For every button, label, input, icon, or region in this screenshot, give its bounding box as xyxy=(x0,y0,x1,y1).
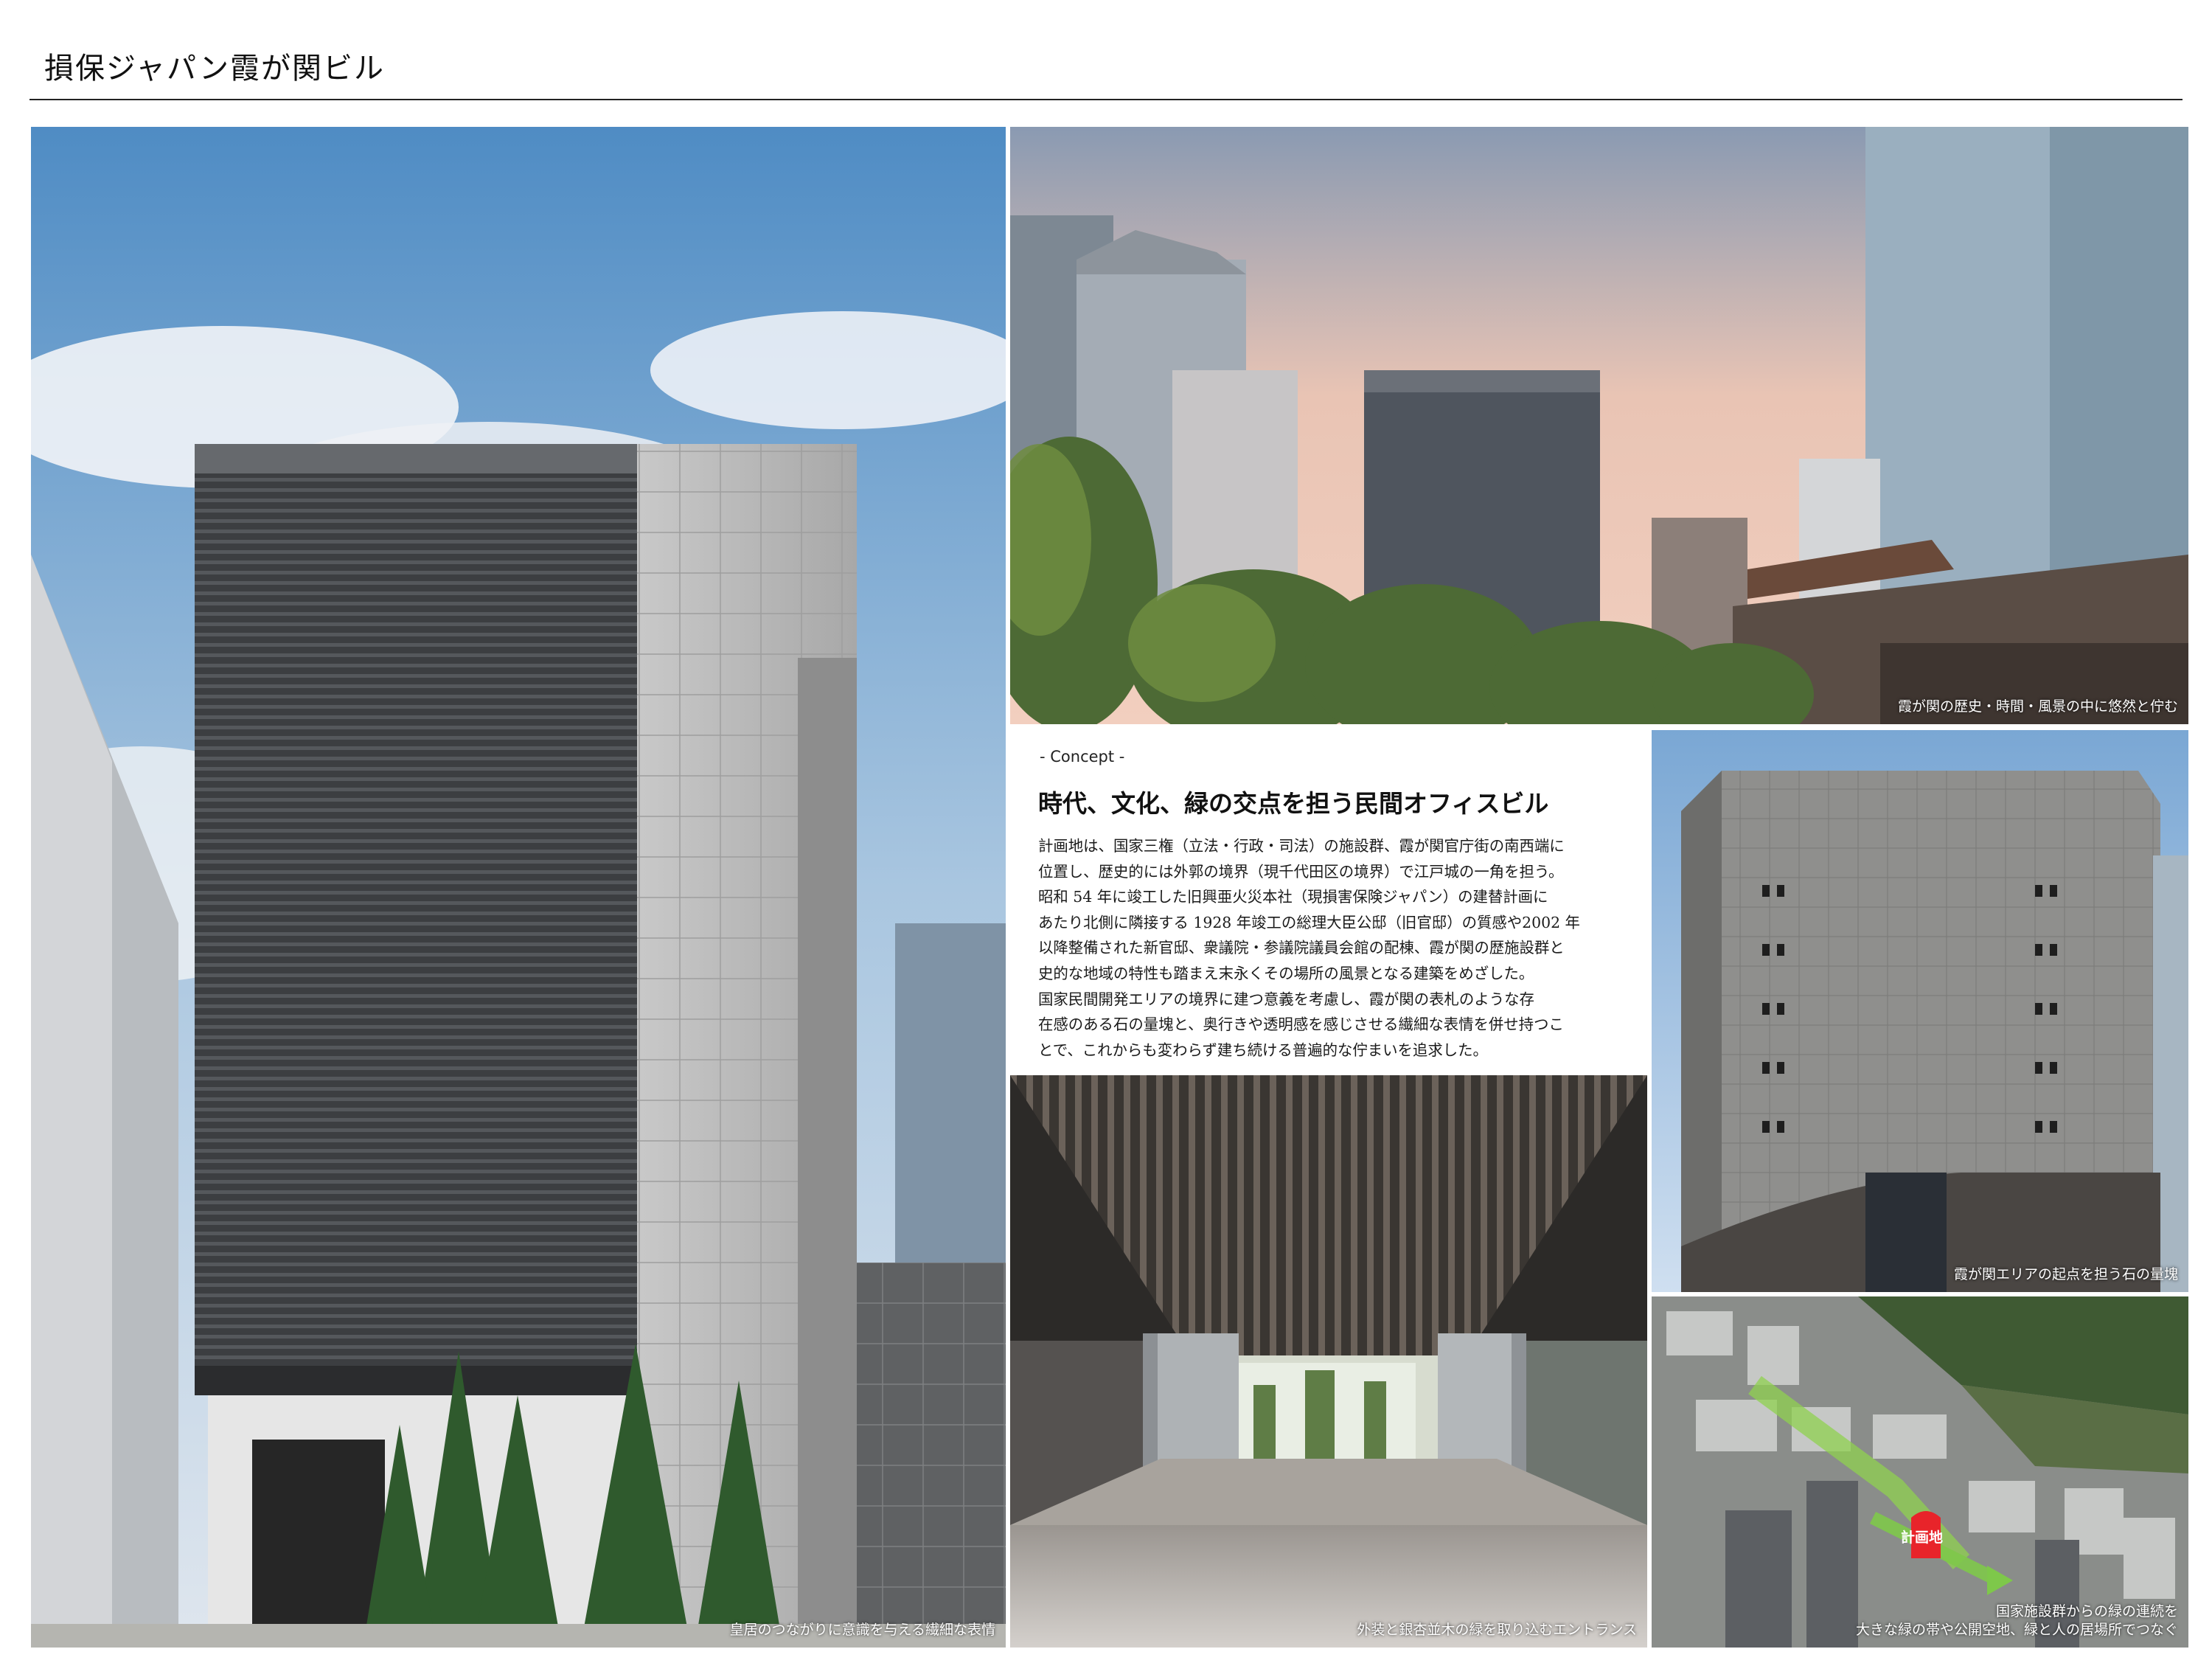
concept-line: とで、これからも変わらず建ち続ける普遍的な佇まいを追求した。 xyxy=(1038,1041,1488,1059)
photo-aerial-caption-line2: 大きな緑の帯や公開空地、緑と人の居場所でつなぐ xyxy=(1855,1622,2178,1639)
concept-line: 史的な地域の特性も踏まえ末永くその場所の風景となる建築をめざした。 xyxy=(1038,964,1534,982)
photo-entrance: 外装と銀杏並木の緑を取り込むエントランス xyxy=(1010,1075,1647,1648)
photo-main-facade: 皇居のつながりに意識を与える繊細な表情 xyxy=(31,127,1006,1648)
facade-illustration xyxy=(31,127,1006,1648)
photo-cityscape: 霞が関の歴史・時間・風景の中に悠然と佇む xyxy=(1010,127,2188,724)
concept-line: 国家民間開発エリアの境界に建つ意義を考慮し、霞が関の表札のような存 xyxy=(1038,990,1534,1008)
concept-line: あたり北側に隣接する 1928 年竣工の総理大臣公邸（旧官邸）の質感や2002 … xyxy=(1038,913,1580,931)
entrance-illustration xyxy=(1010,1075,1647,1648)
concept-line: 位置し、歴史的には外郭の境界（現千代田区の境界）で江戸城の一角を担う。 xyxy=(1038,862,1564,881)
concept-label: - Concept - xyxy=(1040,748,1125,765)
photo-stone-mass: 霞が関エリアの起点を担う石の量塊 xyxy=(1652,730,2188,1292)
photo-cityscape-caption: 霞が関の歴史・時間・風景の中に悠然と佇む xyxy=(1897,698,2178,715)
page-title: 損保ジャパン霞が関ビル xyxy=(44,52,385,86)
concept-line: 以降整備された新官邸、衆議院・参議院議員会館の配棟、霞が関の歴施設群と xyxy=(1038,939,1565,957)
photo-aerial-caption-line1: 国家施設群からの緑の連続を xyxy=(1995,1603,2178,1619)
stone-mass-illustration xyxy=(1652,730,2188,1292)
concept-line: 計画地は、国家三権（立法・行政・司法）の施設群、霞が関官庁街の南西端に xyxy=(1038,837,1565,855)
concept-line: 昭和 54 年に竣工した旧興亜火災本社（現損害保険ジャパン）の建替計画に xyxy=(1038,888,1548,906)
site-label: 計画地 xyxy=(1901,1530,1944,1546)
photo-aerial: 計画地 国家施設群からの緑の連続を 大きな緑の帯や公開空地、緑と人の居場所でつな… xyxy=(1652,1296,2188,1648)
concept-body: 計画地は、国家三権（立法・行政・司法）の施設群、霞が関官庁街の南西端に 位置し、… xyxy=(1038,833,1635,1063)
cityscape-illustration xyxy=(1010,127,2188,724)
photo-main-facade-caption: 皇居のつながりに意識を与える繊細な表情 xyxy=(729,1622,995,1639)
photo-aerial-caption: 国家施設群からの緑の連続を 大きな緑の帯や公開空地、緑と人の居場所でつなぐ xyxy=(1856,1603,2178,1640)
photo-stone-mass-caption: 霞が関エリアの起点を担う石の量塊 xyxy=(1953,1266,2178,1283)
concept-line: 在感のある石の量塊と、奥行きや透明感を感じさせる繊細な表情を併せ持つこ xyxy=(1038,1015,1564,1034)
photo-entrance-caption: 外装と銀杏並木の緑を取り込むエントランス xyxy=(1357,1622,1637,1639)
title-divider xyxy=(29,99,2183,100)
concept-heading: 時代、文化、緑の交点を担う民間オフィスビル xyxy=(1038,789,1549,818)
aerial-illustration xyxy=(1652,1296,2188,1648)
